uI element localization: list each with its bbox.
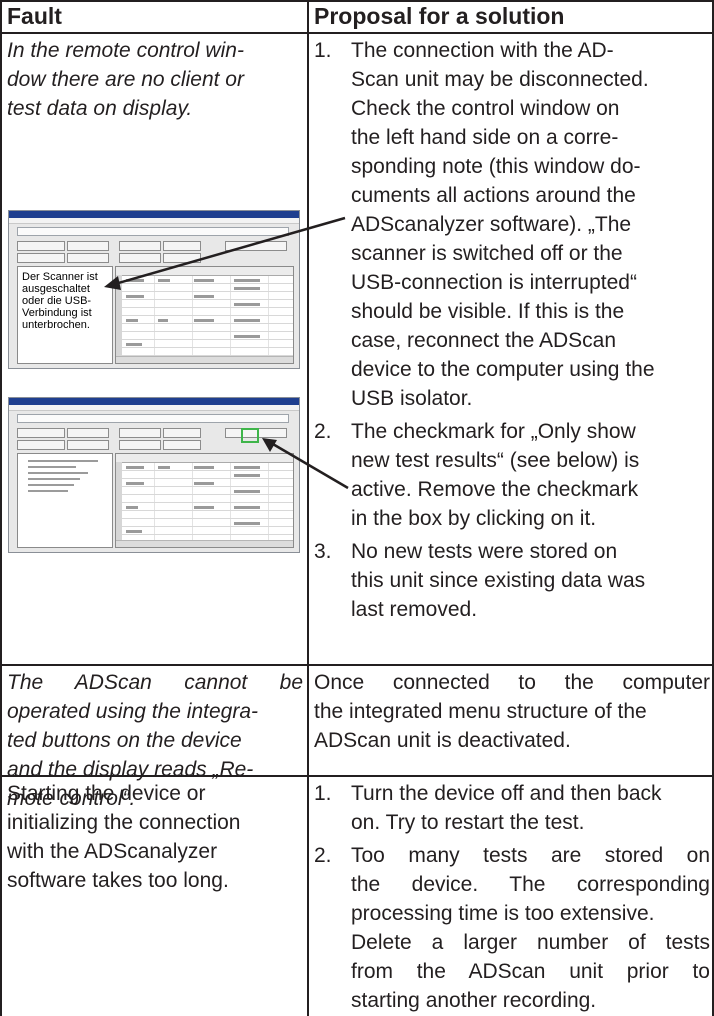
row3-solution: 1. Turn the device off and then back on.… xyxy=(314,779,710,1015)
arrow-to-status-note xyxy=(107,216,346,288)
arrow-to-checkbox xyxy=(265,438,349,490)
arrow-head-status-note xyxy=(104,276,121,290)
row3-solution-item-2: 2. Too many tests are stored on the devi… xyxy=(314,844,710,1012)
row2-solution: Once connected to the computer the integ… xyxy=(314,671,710,752)
row3-solution-item-1: 1. Turn the device off and then back on.… xyxy=(314,782,662,834)
row3-fault: Starting the device or initializing the … xyxy=(7,782,241,892)
